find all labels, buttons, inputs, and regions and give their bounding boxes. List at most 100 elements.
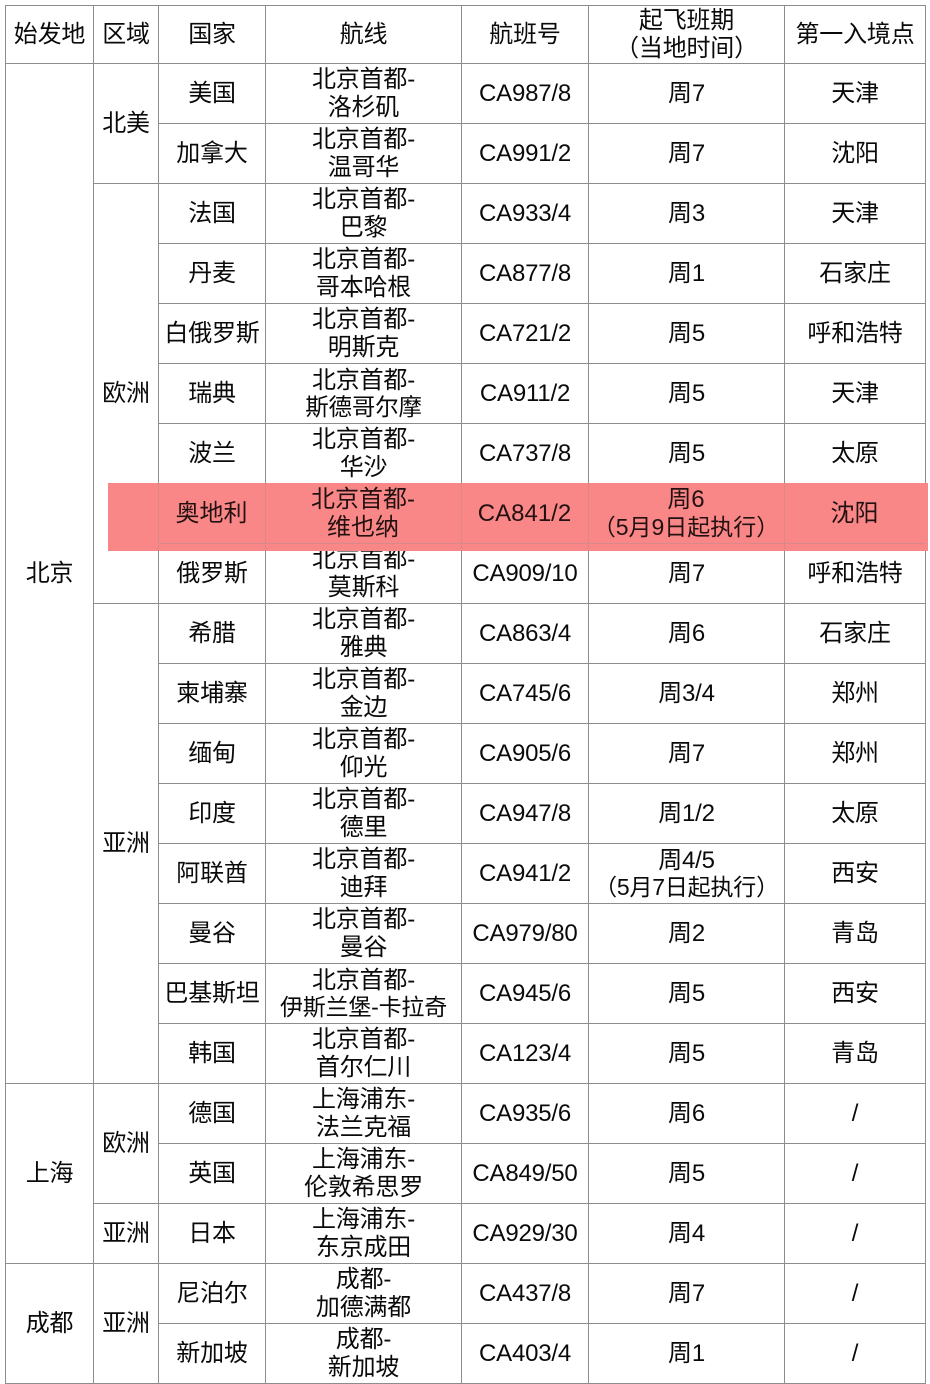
cell-route: 北京首都- 斯德哥尔摩 <box>265 363 462 424</box>
cell-region: 亚洲 <box>93 1263 159 1384</box>
cell-entry-point: 太原 <box>784 783 926 844</box>
route-origin-airport: 北京首都- <box>312 246 415 274</box>
cell-entry-point: 天津 <box>784 63 926 124</box>
cell-country: 瑞典 <box>158 363 266 424</box>
cell-country: 缅甸 <box>158 723 266 784</box>
cell-flight-number: CA935/6 <box>461 1083 589 1144</box>
route-origin-airport: 北京首都- <box>312 66 415 94</box>
cell-schedule: 周5 <box>588 963 785 1024</box>
schedule-days: 周2 <box>668 919 705 947</box>
cell-entry-point: 青岛 <box>784 1023 926 1084</box>
route-destination-airport: 斯德哥尔摩 <box>305 393 422 420</box>
route-origin-airport: 上海浦东- <box>312 1146 415 1174</box>
cell-flight-number: CA849/50 <box>461 1143 589 1204</box>
table-row: 成都 亚洲 尼泊尔 成都- 加德满都 CA437/8 周7/ <box>5 1263 926 1384</box>
cell-entry-point: / <box>784 1143 926 1204</box>
cell-country: 法国 <box>158 183 266 244</box>
cell-country: 韩国 <box>158 1023 266 1084</box>
route-destination-airport: 新加坡 <box>327 1353 400 1381</box>
cell-country: 印度 <box>158 783 266 844</box>
cell-route: 北京首都- 伊斯兰堡-卡拉奇 <box>265 963 462 1024</box>
cell-route: 上海浦东- 法兰克福 <box>265 1083 462 1144</box>
table-row: 亚洲 日本 上海浦东- 东京成田 CA929/30 周4/ <box>6 1203 926 1264</box>
route-destination-airport: 洛杉矶 <box>327 93 400 121</box>
cell-schedule: 周5 <box>588 363 785 424</box>
route-origin-airport: 上海浦东- <box>312 1206 415 1234</box>
schedule-days: 周5 <box>668 439 705 467</box>
cell-schedule: 周7 <box>588 63 785 124</box>
table-body: 北京 北美 美国 北京首都- 洛杉矶 CA987/8 周7 天津 加拿大 北京首都- 温哥华 CA99… <box>5 63 926 1384</box>
route-origin-airport: 北京首都- <box>312 966 415 994</box>
cell-schedule: 周4 <box>588 1203 785 1264</box>
cell-route: 成都- 加德满都 <box>265 1263 462 1324</box>
cell-entry-point: 太原 <box>784 423 926 484</box>
route-origin-airport: 北京首都- <box>312 666 415 694</box>
cell-country: 俄罗斯 <box>158 543 266 604</box>
route-origin-airport: 北京首都- <box>312 366 415 394</box>
cell-entry-point: / <box>784 1203 926 1264</box>
cell-country: 德国 <box>158 1083 266 1144</box>
cell-country: 美国 <box>158 63 266 124</box>
cell-region: 亚洲 <box>93 603 159 1084</box>
cell-schedule: 周5 <box>588 423 785 484</box>
cell-flight-number: CA863/4 <box>461 603 589 664</box>
schedule-days: 周4/5 <box>658 846 715 874</box>
cell-flight-number: CA911/2 <box>461 363 589 424</box>
route-origin-airport: 北京首都- <box>312 786 415 814</box>
cell-route: 北京首都- 哥本哈根 <box>265 243 462 304</box>
schedule-days: 周7 <box>668 559 705 587</box>
cell-flight-number: CA979/80 <box>461 903 589 964</box>
cell-region: 欧洲 <box>93 1083 159 1204</box>
route-origin-airport: 北京首都- <box>312 306 415 334</box>
cell-route: 北京首都- 金边 <box>265 663 462 724</box>
cell-entry-point: / <box>784 1323 926 1384</box>
cell-country: 希腊 <box>158 603 266 664</box>
cell-flight-number: CA941/2 <box>461 843 589 904</box>
cell-origin: 北京 <box>5 63 94 1084</box>
cell-entry-point: 呼和浩特 <box>784 543 926 604</box>
cell-flight-number: CA905/6 <box>461 723 589 784</box>
route-destination-airport: 巴黎 <box>339 213 388 241</box>
route-destination-airport: 仰光 <box>339 753 388 781</box>
cell-schedule: 周1/2 <box>588 783 785 844</box>
cell-schedule: 周6 <box>588 603 785 664</box>
route-destination-airport: 迪拜 <box>339 873 388 901</box>
cell-route: 北京首都- 曼谷 <box>265 903 462 964</box>
cell-route: 北京首都- 雅典 <box>265 603 462 664</box>
cell-schedule: 周7 <box>588 543 785 604</box>
schedule-days: 周5 <box>668 319 705 347</box>
route-origin-airport: 北京首都- <box>312 186 415 214</box>
cell-country: 波兰 <box>158 423 266 484</box>
schedule-days: 周1/2 <box>658 799 715 827</box>
route-origin-airport: 北京首都- <box>312 846 415 874</box>
route-destination-airport: 哥本哈根 <box>315 273 412 301</box>
cell-route: 北京首都- 德里 <box>265 783 462 844</box>
header-entry-point: 第一入境点 <box>784 5 926 64</box>
schedule-days: 周1 <box>668 259 705 287</box>
cell-entry-point: / <box>784 1083 926 1144</box>
header-row: 始发地 区域 国家 航线 航班号 起飞班期 （当地时间） 第一入境点 <box>5 5 926 64</box>
cell-route: 北京首都- 明斯克 <box>265 303 462 364</box>
route-destination-airport: 雅典 <box>339 633 388 661</box>
cell-route: 北京首都- 洛杉矶 <box>265 63 462 124</box>
route-destination-airport: 曼谷 <box>339 933 388 961</box>
cell-entry-point: 郑州 <box>784 723 926 784</box>
cell-entry-point: 天津 <box>784 363 926 424</box>
header-route: 航线 <box>265 5 462 64</box>
cell-flight-number: CA721/2 <box>461 303 589 364</box>
schedule-days: 周7 <box>668 739 705 767</box>
cell-route: 北京首都- 华沙 <box>265 423 462 484</box>
header-schedule: 起飞班期 （当地时间） <box>588 5 785 64</box>
route-destination-airport: 维也纳 <box>327 513 400 541</box>
cell-schedule: 周5 <box>588 303 785 364</box>
schedule-days: 周5 <box>668 379 705 407</box>
cell-flight-number: CA947/8 <box>461 783 589 844</box>
schedule-days: 周6 <box>668 1099 705 1127</box>
cell-schedule: 周3 <box>588 183 785 244</box>
cell-entry-point: 石家庄 <box>784 603 926 664</box>
cell-entry-point: 郑州 <box>784 663 926 724</box>
cell-entry-point: 沈阳 <box>784 483 926 544</box>
cell-flight-number: CA933/4 <box>461 183 589 244</box>
route-origin-airport: 北京首都- <box>312 1026 415 1054</box>
cell-flight-number: CA841/2 <box>461 483 589 544</box>
